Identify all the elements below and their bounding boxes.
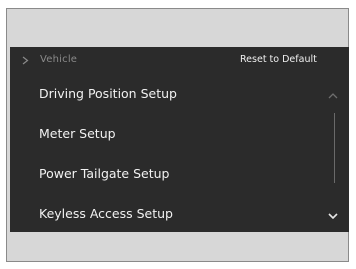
menu-item-label: Keyless Access Setup	[39, 206, 173, 221]
chevron-down-icon[interactable]	[328, 213, 338, 219]
settings-menu: Driving Position Setup Meter Setup Power…	[10, 74, 335, 234]
menu-item-label: Driving Position Setup	[39, 86, 177, 101]
reset-to-default-button[interactable]: Reset to Default	[240, 54, 317, 65]
menu-item-power-tailgate-setup[interactable]: Power Tailgate Setup	[10, 154, 335, 194]
menu-item-meter-setup[interactable]: Meter Setup	[10, 114, 335, 154]
scroll-track	[334, 113, 335, 183]
menu-item-label: Power Tailgate Setup	[39, 166, 170, 181]
settings-screen: Vehicle Reset to Default Driving Positio…	[10, 47, 349, 232]
chevron-right-icon[interactable]	[22, 56, 29, 65]
breadcrumb[interactable]: Vehicle	[40, 54, 77, 65]
menu-item-keyless-access-setup[interactable]: Keyless Access Setup	[10, 194, 335, 234]
menu-item-driving-position-setup[interactable]: Driving Position Setup	[10, 74, 335, 114]
settings-header: Vehicle Reset to Default	[10, 47, 349, 74]
scrollbar[interactable]	[333, 91, 336, 201]
menu-item-label: Meter Setup	[39, 126, 116, 141]
